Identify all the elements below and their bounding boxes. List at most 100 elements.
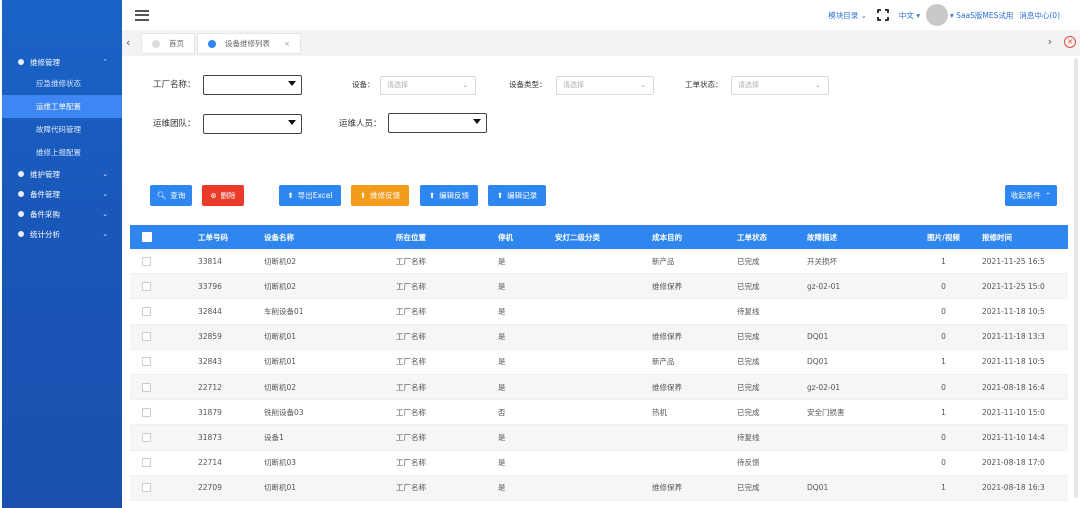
device-type-select[interactable]: 请选择 ⌄ xyxy=(556,76,654,95)
table-row[interactable]: 33796 切断机02 工厂名称 是 维修保养 已完成 gz-02-01 0 2021-11-2… xyxy=(130,274,1068,300)
table-row[interactable]: 32843 切断机01 工厂名称 是 新产品 已完成 DQ01 1 2021-11-18 10:… xyxy=(130,350,1068,375)
sidebar-group[interactable]: 维修管理 ⌃ xyxy=(2,52,122,72)
table-row[interactable]: 31879 铣削设备03 工厂名称 否 热机 已完成 安全门损害 1 2021-11-10 15… xyxy=(130,400,1068,426)
table-row[interactable]: 31873 设备1 工厂名称 是 待复线 0 2021-11-10 14:4 xyxy=(130,425,1068,451)
table-row[interactable]: 32859 切断机01 工厂名称 是 维修保养 已完成 DQ01 0 2021-11-18 13… xyxy=(130,324,1068,350)
table-cell-time: 2021-11-25 15:0 xyxy=(982,281,1045,291)
sidebar-group[interactable]: 统计分析 ⌄ xyxy=(2,224,122,244)
row-checkbox[interactable] xyxy=(142,332,151,342)
header-cell: 所在位置 xyxy=(396,232,426,242)
edit-feedback-button[interactable]: ⬆ 编辑反馈 xyxy=(420,185,478,206)
row-checkbox[interactable] xyxy=(142,407,151,417)
sidebar-group[interactable]: 维护管理 ⌄ xyxy=(2,164,122,184)
filter-panel: 工厂名称： 设备： 请选择 ⌄ 设备类型： 请选择 ⌄ 工单状态： 请选择 ⌄ … xyxy=(128,62,1068,212)
hamburger-menu-icon[interactable] xyxy=(135,10,149,21)
table-cell-loc: 工厂名称 xyxy=(396,256,426,266)
table-row[interactable]: 22712 切断机02 工厂名称 是 维修保养 已完成 gz-02-01 0 2021-08-1… xyxy=(130,374,1068,401)
export-excel-button[interactable]: ⬆ 导出Excel xyxy=(279,185,341,206)
staff-label: 运维人员： xyxy=(339,119,382,129)
row-checkbox[interactable] xyxy=(142,306,151,316)
sidebar-item[interactable]: 维修上报配置 xyxy=(2,141,122,164)
order-status-select[interactable]: 请选择 ⌄ xyxy=(731,76,829,95)
table-cell-loc: 工厂名称 xyxy=(396,432,426,442)
select-all-checkbox[interactable] xyxy=(142,232,152,242)
collapse-conditions-button[interactable]: 收起条件 ⌃ xyxy=(1005,185,1057,206)
table-cell-cost: 新产品 xyxy=(652,256,675,266)
delete-label: 删除 xyxy=(220,191,236,200)
sidebar-item[interactable]: 应急维修状态 xyxy=(2,72,122,95)
avatar[interactable] xyxy=(926,4,949,26)
sidebar-group-label: 维修管理 xyxy=(30,57,60,67)
table-cell-img: 0 xyxy=(941,306,946,316)
sidebar-group[interactable]: 备件管理 ⌄ xyxy=(2,184,122,204)
header-cell: 安灯二级分类 xyxy=(555,232,600,242)
table-row[interactable]: 22709 切断机01 工厂名称 是 维修保养 已完成 DQ01 1 2021-08-18 16… xyxy=(130,475,1068,501)
row-checkbox[interactable] xyxy=(142,432,151,442)
table-row[interactable]: 22714 切断机03 工厂名称 是 待反馈 0 2021-08-18 17:0 xyxy=(130,451,1068,476)
fullscreen-icon[interactable] xyxy=(875,8,890,22)
sidebar-menu: 维修管理 ⌃ 应急维修状态 运维工单配置 故障代码管理 维修上报配置 维护管理 ⌄ 备件管理 ⌄ 备… xyxy=(2,52,122,244)
close-all-tabs-icon[interactable]: ✕ xyxy=(1064,36,1076,48)
sidebar-item[interactable]: 运维工单配置 xyxy=(2,95,122,118)
factory-select[interactable] xyxy=(203,75,302,95)
table-cell-cost: 维修保养 xyxy=(652,483,682,493)
module-menu-dropdown[interactable]: 模块目录 ⌄ xyxy=(828,10,867,21)
sidebar-group[interactable]: 备件采购 ⌄ xyxy=(2,204,122,224)
sidebar-group-label: 维护管理 xyxy=(30,169,60,179)
chevron-down-icon xyxy=(288,120,296,125)
row-checkbox[interactable] xyxy=(142,256,151,266)
sidebar: 维修管理 ⌃ 应急维修状态 运维工单配置 故障代码管理 维修上报配置 维护管理 ⌄ 备件管理 ⌄ 备… xyxy=(2,0,122,508)
table-cell-stop: 是 xyxy=(498,382,506,392)
table-cell-loc: 工厂名称 xyxy=(396,407,426,417)
table-cell-cost: 维修保养 xyxy=(652,382,682,392)
table-cell-img: 0 xyxy=(941,332,946,342)
table-cell-img: 1 xyxy=(941,483,946,493)
upload-icon: ⬆ xyxy=(428,191,436,200)
table-cell-no: 22712 xyxy=(198,382,222,392)
team-select[interactable] xyxy=(203,114,302,134)
table-cell-name: 切断机01 xyxy=(264,332,297,342)
tabs-scroll-right-icon[interactable]: › xyxy=(1048,35,1052,48)
table-cell-img: 1 xyxy=(941,357,946,367)
table-cell-loc: 工厂名称 xyxy=(396,306,426,316)
row-checkbox[interactable] xyxy=(142,357,151,367)
table-cell-time: 2021-08-18 17:0 xyxy=(982,458,1045,468)
table-cell-state: 已完成 xyxy=(737,281,760,291)
table-cell-state: 已完成 xyxy=(737,332,760,342)
row-checkbox[interactable] xyxy=(142,483,151,493)
header-cell: 停机 xyxy=(498,232,513,242)
user-dropdown[interactable]: ▾ SaaS版MES试用 xyxy=(950,10,1013,21)
tab-device-repair-list[interactable]: 设备维修列表 × xyxy=(197,33,301,54)
order-status-placeholder: 请选择 xyxy=(738,81,759,89)
tab-home[interactable]: 首页 xyxy=(141,33,195,54)
staff-select[interactable] xyxy=(388,113,487,133)
table-cell-img: 1 xyxy=(941,256,946,266)
table-cell-cost: 热机 xyxy=(652,407,667,417)
message-center-link[interactable]: 消息中心(0) xyxy=(1019,10,1060,21)
delete-button[interactable]: ⊗ 删除 xyxy=(202,185,244,206)
edit-record-button[interactable]: ⬆ 编辑记录 xyxy=(488,185,546,206)
row-checkbox[interactable] xyxy=(142,382,151,392)
tab-status-dot-icon xyxy=(208,39,216,48)
device-label: 设备： xyxy=(352,80,375,89)
table-row[interactable]: 33814 切断机02 工厂名称 是 新产品 已完成 开关损坏 1 2021-11-25 16:… xyxy=(130,249,1068,275)
chevron-icon: ⌄ xyxy=(102,230,108,238)
table-cell-cost: 维修保养 xyxy=(652,281,682,291)
repair-feedback-button[interactable]: ⬆ 维修反馈 xyxy=(351,185,409,206)
language-dropdown[interactable]: 中文 ▾ xyxy=(899,10,920,21)
query-button[interactable]: 🔍︎ 查询 xyxy=(150,185,192,206)
sidebar-item[interactable]: 故障代码管理 xyxy=(2,118,122,141)
sidebar-group-label: 统计分析 xyxy=(30,229,60,239)
device-select[interactable]: 请选择 ⌄ xyxy=(380,76,476,95)
tabs-scroll-left-icon[interactable]: ‹ xyxy=(126,36,130,49)
table-cell-img: 0 xyxy=(941,382,946,392)
table-cell-loc: 工厂名称 xyxy=(396,332,426,342)
table-cell-state: 已完成 xyxy=(737,382,760,392)
table-row[interactable]: 32844 车削设备01 工厂名称 是 待复线 0 2021-11-18 10:5 xyxy=(130,299,1068,325)
row-checkbox[interactable] xyxy=(142,458,151,468)
close-icon[interactable]: × xyxy=(284,40,290,48)
row-checkbox[interactable] xyxy=(142,281,151,291)
table-cell-cost: 维修保养 xyxy=(652,332,682,342)
page-scrollbar[interactable] xyxy=(1074,58,1078,498)
chevron-down-icon: ⌄ xyxy=(640,81,646,89)
